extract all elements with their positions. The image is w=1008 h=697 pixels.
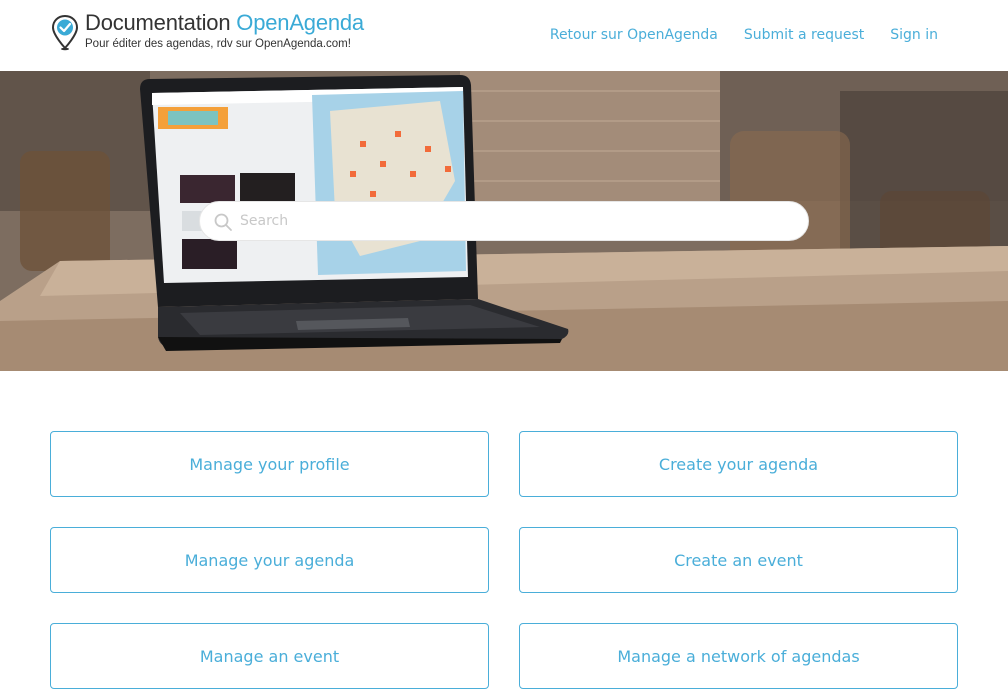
logo-title-main: Documentation — [85, 10, 237, 35]
search-icon — [214, 213, 232, 231]
category-manage-event[interactable]: Manage an event — [50, 623, 489, 689]
hero-banner — [0, 71, 1008, 371]
logo-title-brand: OpenAgenda — [236, 10, 364, 35]
nav-link-back-to-openagenda[interactable]: Retour sur OpenAgenda — [550, 26, 718, 44]
category-manage-network[interactable]: Manage a network of agendas — [519, 623, 958, 689]
category-manage-agenda[interactable]: Manage your agenda — [50, 527, 489, 593]
search-bar — [199, 201, 809, 241]
nav-link-submit-request[interactable]: Submit a request — [744, 26, 864, 44]
logo-tagline: Pour éditer des agendas, rdv sur OpenAge… — [85, 38, 351, 50]
site-header: Documentation OpenAgenda Pour éditer des… — [0, 0, 1008, 71]
category-manage-profile[interactable]: Manage your profile — [50, 431, 489, 497]
nav-link-sign-in[interactable]: Sign in — [890, 26, 938, 44]
logo-title: Documentation OpenAgenda — [85, 11, 364, 35]
map-pin-check-icon — [52, 15, 78, 51]
site-logo[interactable]: Documentation OpenAgenda Pour éditer des… — [50, 11, 370, 53]
category-create-agenda[interactable]: Create your agenda — [519, 431, 958, 497]
header-nav: Retour sur OpenAgenda Submit a request S… — [550, 26, 938, 44]
category-blocks: Manage your profile Create your agenda M… — [50, 431, 958, 689]
category-create-event[interactable]: Create an event — [519, 527, 958, 593]
search-input[interactable] — [240, 202, 790, 240]
